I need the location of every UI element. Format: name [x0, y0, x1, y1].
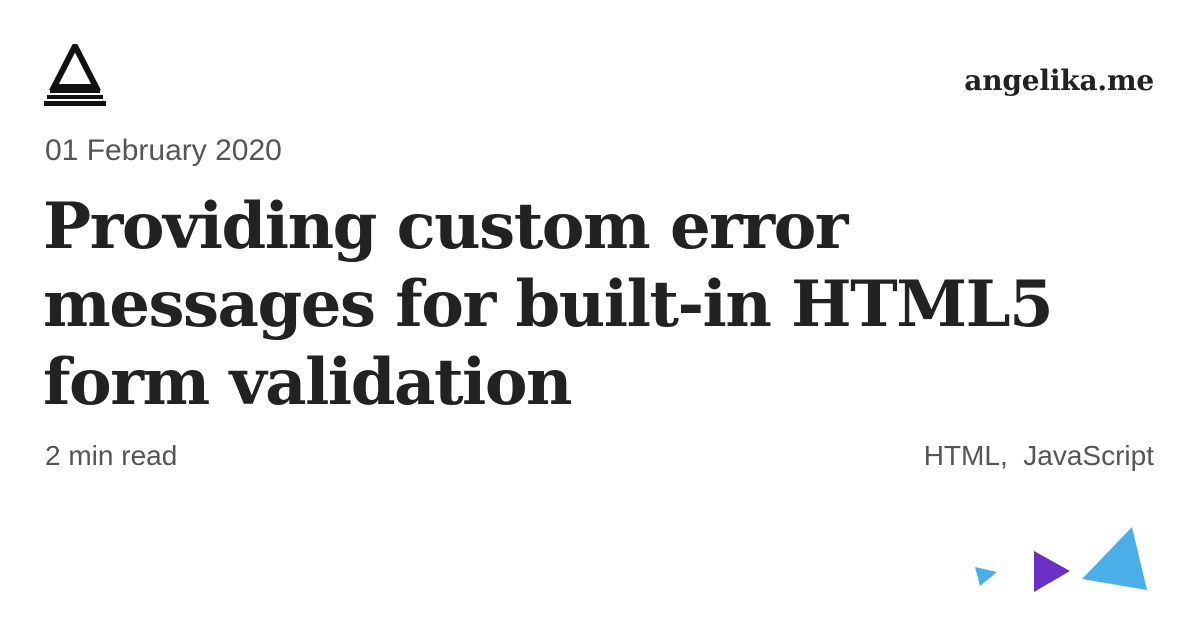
site-name: angelika.me — [964, 64, 1154, 97]
small-triangle-icon — [975, 567, 997, 586]
tag-javascript: JavaScript — [1023, 440, 1154, 471]
social-card: angelika.me 01 February 2020 Providing c… — [0, 0, 1200, 630]
tag-html: HTML — [923, 440, 1000, 471]
tag-separator: , — [999, 440, 1024, 471]
triangles-icon — [975, 527, 1147, 592]
large-triangle-icon — [1082, 527, 1147, 590]
reading-time: 2 min read — [45, 440, 178, 471]
purple-triangle-icon — [1034, 551, 1070, 592]
post-tags: HTML, JavaScript — [924, 440, 1154, 472]
post-date: 01 February 2020 — [45, 134, 282, 167]
triangle-logo-icon — [44, 44, 106, 106]
post-title: Providing custom error messages for buil… — [43, 189, 1054, 420]
